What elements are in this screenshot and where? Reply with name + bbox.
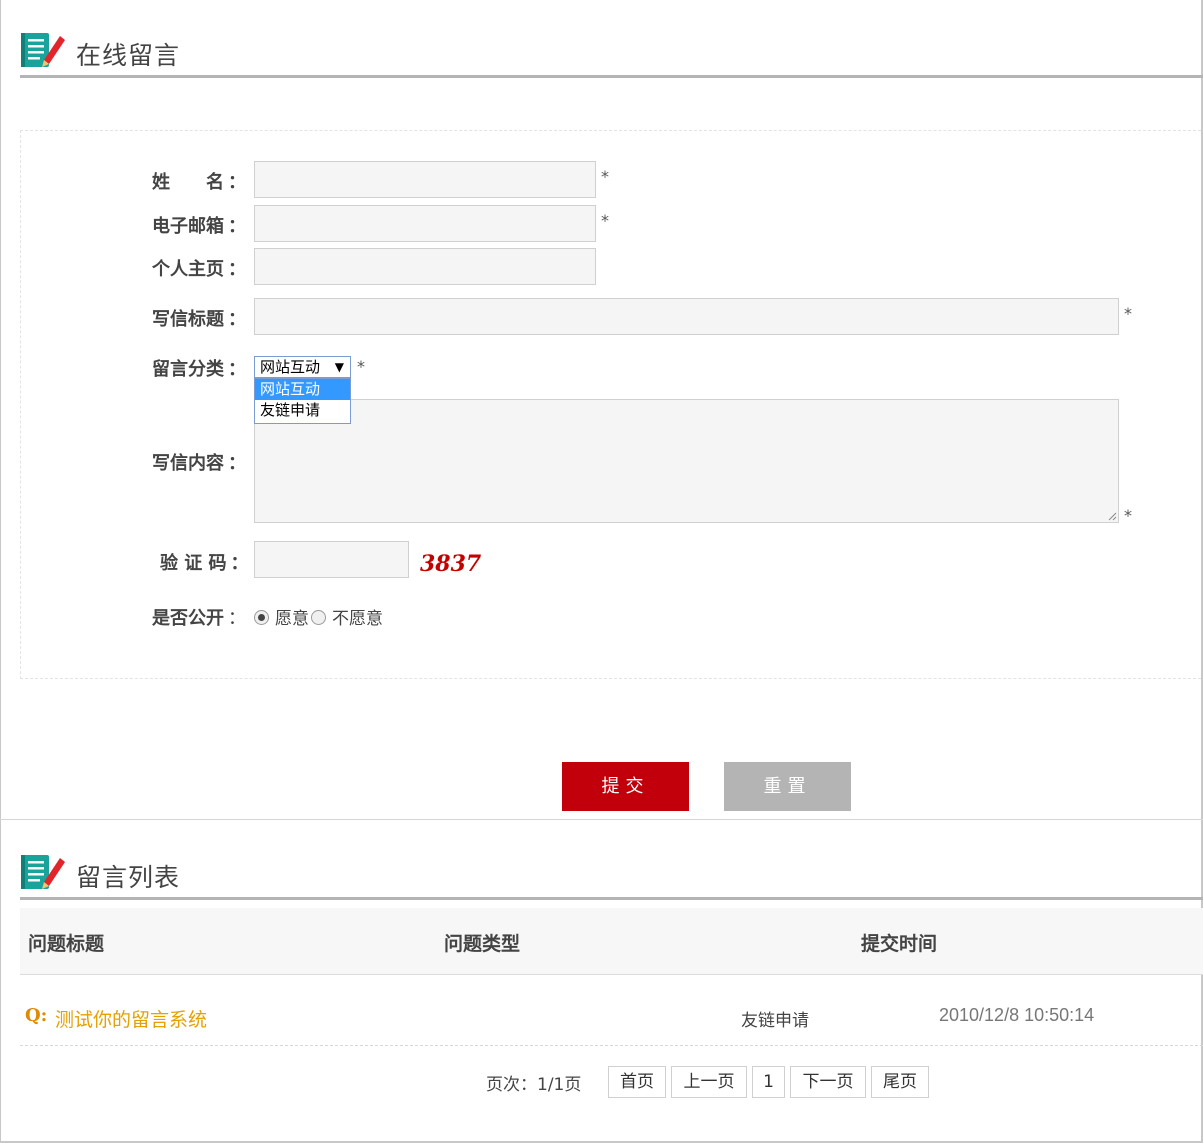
category-dropdown-list: 网站互动 友链申请	[254, 378, 351, 424]
question-mark-label: Q:	[25, 1005, 48, 1026]
page-title: 在线留言	[76, 41, 181, 70]
section-divider	[0, 819, 1203, 820]
email-field[interactable]	[254, 205, 596, 242]
content-textarea[interactable]	[254, 399, 1119, 523]
captcha-field[interactable]	[254, 541, 409, 578]
section-title: 留言列表	[76, 863, 181, 892]
page-frame-left	[0, 0, 1, 1143]
message-time: 2010/12/8 10:50:14	[939, 1005, 1095, 1025]
email-label: 电子邮箱：	[152, 216, 246, 237]
message-title-link[interactable]: 测试你的留言系统	[55, 1005, 207, 1032]
table-row: Q: 测试你的留言系统 友链申请 2010/12/8 10:50:14	[20, 976, 1203, 1046]
reset-button[interactable]: 重置	[724, 762, 851, 811]
name-field[interactable]	[254, 161, 596, 198]
public-no-radio[interactable]	[311, 610, 326, 625]
column-header-title: 问题标题	[28, 933, 105, 955]
column-header-type: 问题类型	[444, 933, 521, 955]
name-label: 姓 名：	[152, 172, 246, 193]
notepad-pen-icon	[21, 33, 65, 67]
page-info: 页次：1/1页	[486, 1075, 582, 1095]
content-label: 写信内容：	[152, 453, 246, 474]
prev-page-button[interactable]: 上一页	[671, 1066, 747, 1098]
homepage-field[interactable]	[254, 248, 596, 285]
form-section-header: 在线留言	[20, 28, 1203, 78]
list-section-header: 留言列表	[20, 850, 1203, 900]
required-mark: *	[1124, 506, 1132, 525]
submit-button[interactable]: 提交	[562, 762, 689, 811]
required-mark: *	[601, 211, 609, 230]
category-option[interactable]: 友链申请	[255, 400, 350, 421]
table-header: 问题标题 问题类型 提交时间	[20, 908, 1203, 975]
category-option[interactable]: 网站互动	[255, 379, 350, 400]
public-no-label: 不愿意	[332, 609, 383, 629]
subject-label: 写信标题：	[152, 309, 246, 330]
last-page-button[interactable]: 尾页	[871, 1066, 929, 1098]
category-label: 留言分类：	[152, 359, 246, 380]
public-label: 是否公开：	[152, 608, 246, 629]
dropdown-arrow-icon: ▼	[334, 360, 344, 374]
next-page-button[interactable]: 下一页	[790, 1066, 866, 1098]
public-yes-label: 愿意	[275, 609, 309, 629]
homepage-label: 个人主页：	[152, 259, 246, 280]
message-type: 友链申请	[741, 1011, 809, 1031]
public-yes-radio[interactable]	[254, 610, 269, 625]
required-mark: *	[601, 167, 609, 186]
section-rule	[20, 75, 1203, 78]
public-radio-group: 愿意 不愿意	[254, 604, 385, 629]
column-header-time: 提交时间	[861, 933, 938, 955]
category-select[interactable]: 网站互动 ▼	[254, 356, 351, 378]
required-mark: *	[357, 357, 365, 376]
subject-field[interactable]	[254, 298, 1119, 335]
captcha-label: 验 证 码：	[160, 553, 249, 574]
resize-handle-icon[interactable]	[1107, 511, 1117, 521]
notepad-pen-icon	[21, 855, 65, 889]
captcha-image[interactable]: 3837	[420, 551, 481, 579]
section-rule	[20, 897, 1203, 900]
page-number-button[interactable]: 1	[752, 1066, 785, 1098]
first-page-button[interactable]: 首页	[608, 1066, 666, 1098]
required-mark: *	[1124, 304, 1132, 323]
